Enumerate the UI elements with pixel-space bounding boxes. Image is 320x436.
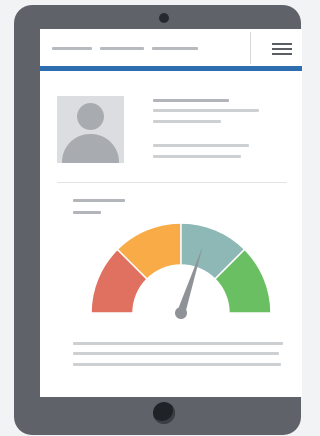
profile-detail-placeholder xyxy=(153,155,241,158)
footer-text-placeholder xyxy=(73,342,283,345)
profile-detail-placeholder xyxy=(153,109,259,112)
profile-detail-placeholder xyxy=(153,120,221,123)
profile-detail-placeholder xyxy=(153,144,249,147)
avatar-head xyxy=(77,103,104,130)
nav-link-placeholder-1[interactable] xyxy=(52,47,92,50)
gauge-needle-hub xyxy=(175,307,187,319)
hamburger-menu-icon-line xyxy=(272,48,292,50)
tablet-screen xyxy=(40,29,302,397)
gauge-chart xyxy=(90,222,272,319)
navbar-accent-strip xyxy=(40,66,302,71)
home-button[interactable] xyxy=(153,402,175,424)
user-avatar-icon xyxy=(57,96,124,163)
footer-text-placeholder xyxy=(73,363,281,366)
navigation-bar xyxy=(40,29,302,66)
footer-text-block xyxy=(40,334,302,374)
nav-link-placeholder-3[interactable] xyxy=(152,47,198,50)
camera-icon xyxy=(159,13,169,23)
hamburger-menu-icon-line xyxy=(272,53,292,55)
gauge-title-placeholder xyxy=(73,199,125,202)
nav-divider xyxy=(250,32,251,64)
nav-link-placeholder-2[interactable] xyxy=(100,47,144,50)
section-divider xyxy=(57,182,287,183)
hamburger-menu-button[interactable] xyxy=(252,33,300,65)
profile-name-placeholder xyxy=(153,99,229,102)
footer-text-placeholder xyxy=(73,352,279,355)
avatar-body xyxy=(62,134,119,163)
hamburger-menu-icon-line xyxy=(272,43,292,45)
tablet-device xyxy=(14,5,302,435)
